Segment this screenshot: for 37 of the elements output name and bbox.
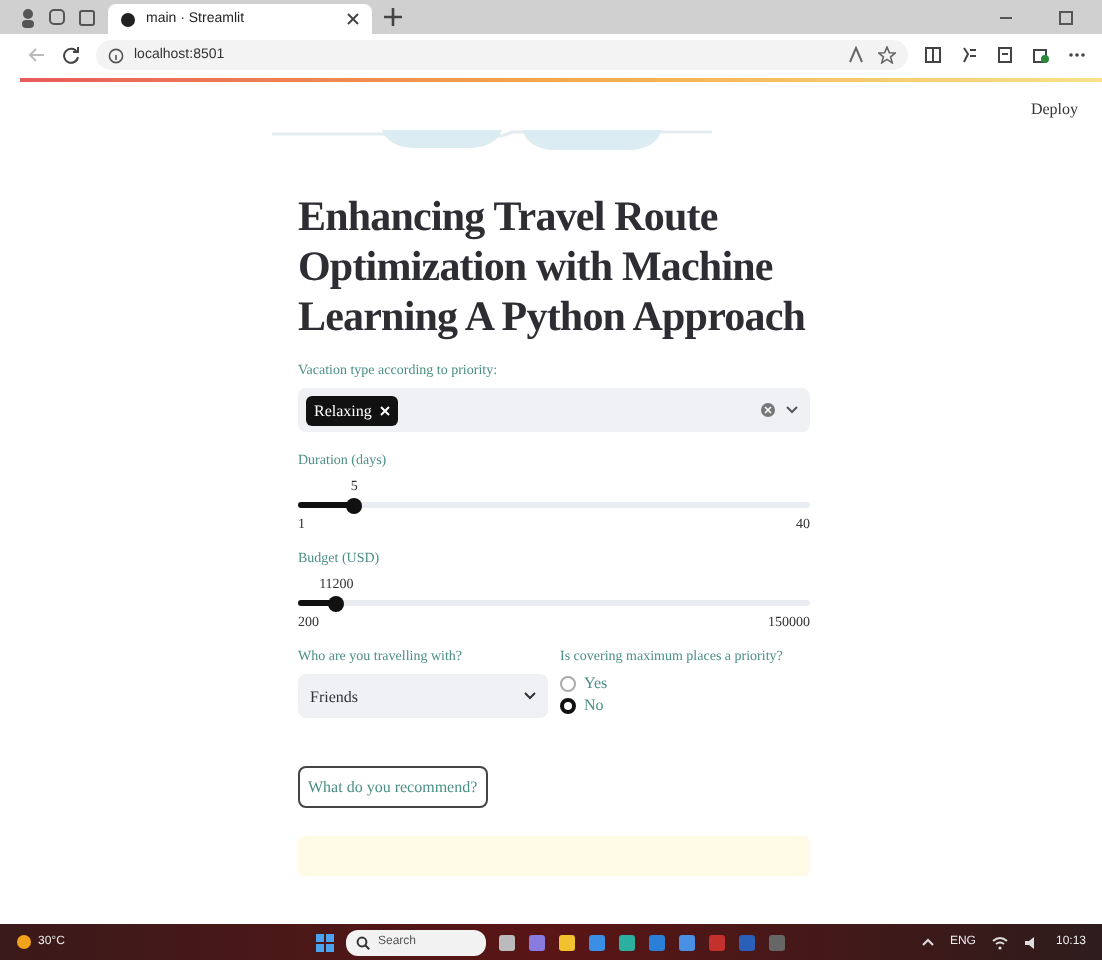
- speaker-icon[interactable]: [1023, 935, 1040, 949]
- maximize-icon[interactable]: [1058, 9, 1074, 25]
- chevron-down-icon[interactable]: [786, 406, 798, 414]
- favorite-icon[interactable]: [878, 46, 896, 64]
- remove-icon[interactable]: [379, 405, 390, 415]
- profile-icon[interactable]: [20, 7, 36, 27]
- new-tab-icon[interactable]: [384, 8, 402, 26]
- weather-icon[interactable]: [16, 934, 32, 950]
- radio-button[interactable]: [560, 675, 576, 691]
- radio-option[interactable]: No: [560, 696, 810, 714]
- tag-chip[interactable]: Relaxing: [306, 395, 398, 425]
- slider-thumb[interactable]: [328, 595, 345, 611]
- info-icon[interactable]: [108, 47, 124, 63]
- radio-label: No: [584, 696, 604, 714]
- chip-label: Relaxing: [314, 401, 372, 419]
- tabs-icon[interactable]: [78, 8, 96, 26]
- chevron-down-icon[interactable]: [524, 692, 536, 700]
- radio-option[interactable]: Yes: [560, 674, 810, 692]
- radio-button[interactable]: [560, 697, 576, 713]
- wifi-icon[interactable]: [991, 935, 1008, 949]
- multiselect-field[interactable]: Relaxing: [298, 388, 810, 432]
- select-value: Friends: [310, 687, 358, 705]
- start-icon[interactable]: [316, 933, 334, 951]
- close-icon[interactable]: [346, 12, 360, 26]
- clear-icon[interactable]: [760, 402, 776, 418]
- recommend-button[interactable]: What do you recommend?: [298, 766, 488, 808]
- chevron-up-icon[interactable]: [921, 938, 934, 946]
- search-icon[interactable]: [356, 935, 370, 949]
- select-field[interactable]: Friends: [298, 674, 548, 718]
- radio-label: Yes: [584, 674, 608, 692]
- streamlit-icon[interactable]: [120, 11, 136, 27]
- slider-thumb[interactable]: [346, 497, 363, 513]
- page-title: Enhancing Travel Route Optimization with Machine Learning A Python Approach: [298, 192, 808, 342]
- deploy-button[interactable]: Deploy: [1030, 100, 1078, 118]
- split-screen-icon[interactable]: [924, 46, 942, 64]
- extension-icon[interactable]: [1032, 46, 1050, 64]
- refresh-icon[interactable]: [62, 46, 80, 64]
